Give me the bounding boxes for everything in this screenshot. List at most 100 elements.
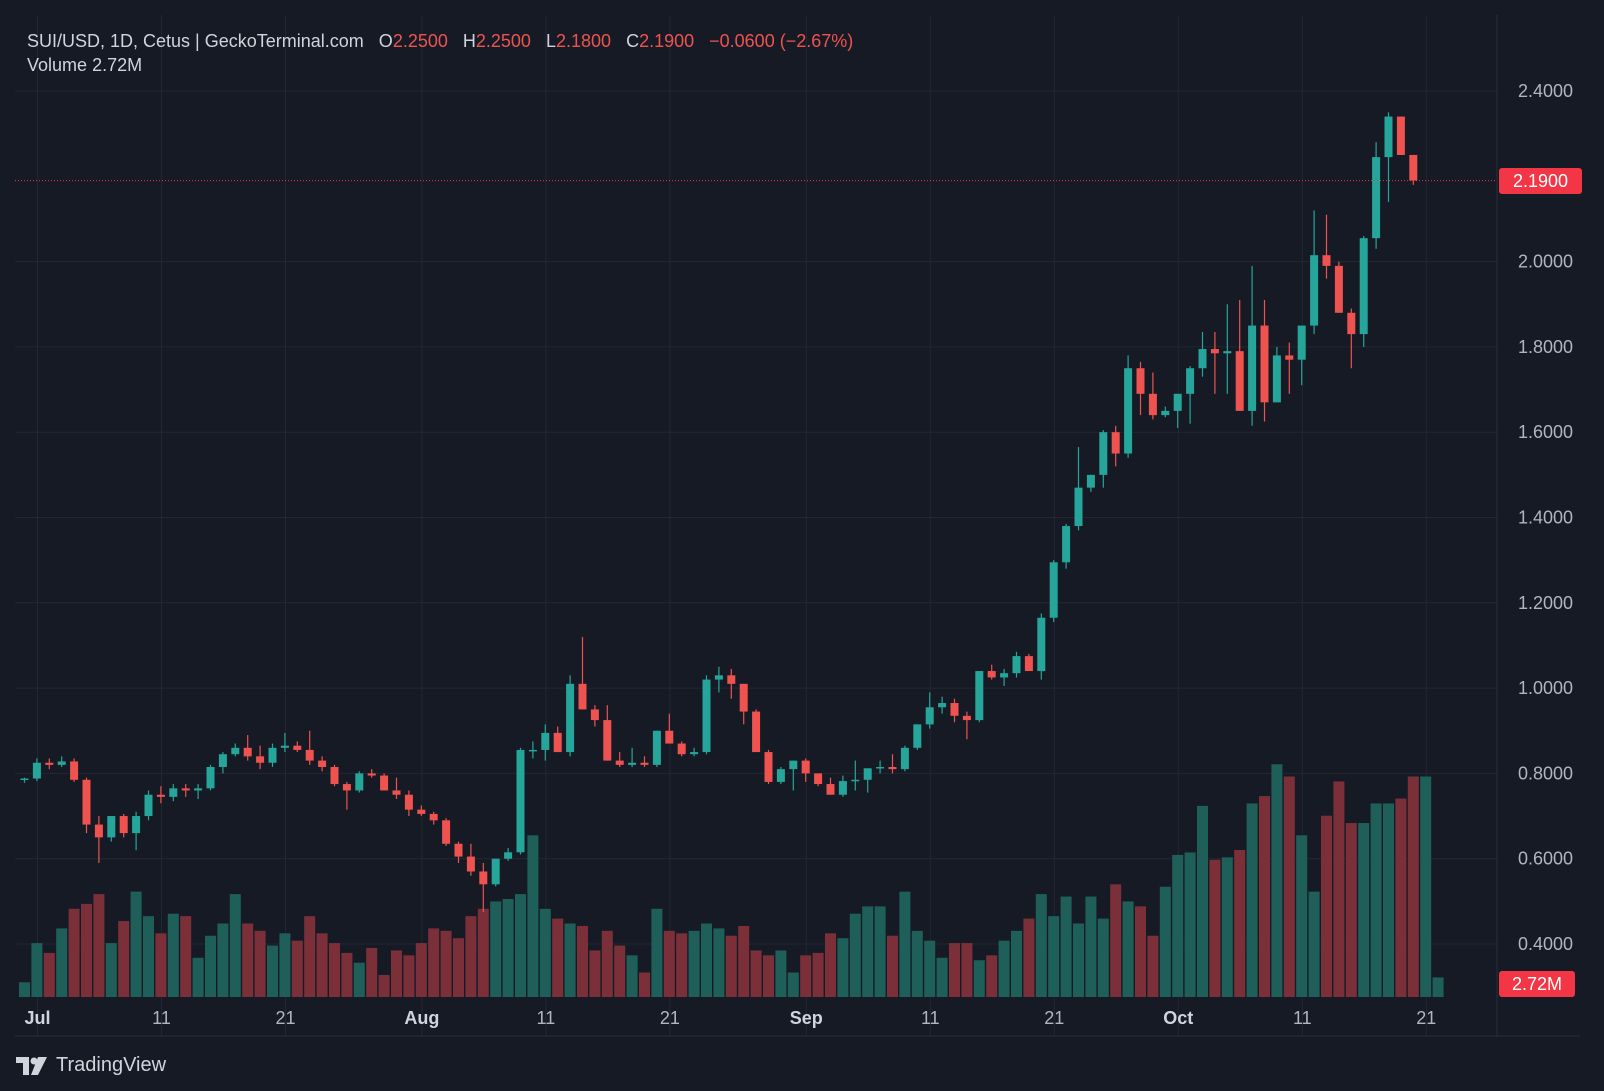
candle-body	[603, 720, 612, 761]
candle-body	[900, 747, 909, 770]
price-axis[interactable]: 0.4000 0.6000 0.8000 1.0000 1.2000 1.4000 1.60…	[1518, 81, 1573, 954]
volume-bar	[1308, 891, 1320, 997]
candle-body	[57, 761, 66, 765]
volume-bar	[527, 835, 539, 997]
candle-body	[1210, 349, 1219, 354]
volume-bar	[1048, 916, 1060, 997]
candle-body	[1074, 487, 1083, 527]
volume-bar	[1172, 854, 1184, 997]
volume-bar	[1407, 776, 1419, 997]
candle-body	[1260, 325, 1269, 403]
candle-body	[925, 707, 934, 725]
volume-bar	[378, 974, 390, 997]
volume-bar	[291, 940, 303, 997]
volume-bar	[1283, 776, 1295, 997]
volume-bar	[998, 940, 1010, 997]
candle-body	[280, 745, 289, 748]
time-tick-label: 21	[1416, 1008, 1436, 1028]
candle-body	[305, 749, 314, 761]
volume-bar	[676, 933, 688, 997]
candle-body	[70, 761, 79, 780]
volume-bar	[502, 899, 514, 997]
candle-body	[491, 858, 500, 885]
candle-body	[479, 871, 488, 885]
volume-bar	[130, 891, 142, 997]
candle-body	[913, 724, 922, 748]
volume-bar	[341, 952, 353, 997]
volume-bar	[564, 923, 576, 997]
candle-body	[789, 760, 798, 770]
chart-window: 0.4000 0.6000 0.8000 1.0000 1.2000 1.4000 1.60…	[0, 0, 1604, 1091]
volume-bar	[415, 943, 427, 997]
volume-bar	[490, 901, 502, 997]
candle-body	[256, 756, 265, 763]
candle-body	[442, 820, 451, 844]
candle-body	[566, 683, 575, 753]
candle-body	[206, 767, 215, 789]
candle-body	[826, 784, 835, 795]
price-tick-label: 0.8000	[1518, 763, 1573, 783]
candle-body	[1409, 154, 1418, 181]
candle-body	[702, 679, 711, 753]
candle-body	[987, 671, 996, 678]
open-label: O	[378, 31, 393, 51]
volume-bar	[366, 948, 378, 997]
candle-body	[876, 767, 885, 769]
volume-bar	[1432, 977, 1444, 997]
brand-name: TradingView	[56, 1054, 167, 1076]
ohlc-legend: SUI/USD, 1D, Cetus | GeckoTerminal.com O…	[27, 28, 853, 54]
candle-body	[1186, 368, 1195, 394]
volume-bar	[43, 952, 55, 997]
volume-bar	[713, 928, 725, 997]
volume-bar	[1184, 852, 1196, 997]
volume-bar	[192, 957, 204, 997]
volume-bar	[1209, 859, 1221, 997]
candle-body	[392, 790, 401, 795]
candle-body	[677, 743, 686, 755]
volume-bar	[353, 962, 365, 997]
change-value: −0.0600 (−2.67%)	[709, 31, 854, 51]
candle-body	[975, 671, 984, 721]
candle-body	[776, 769, 785, 782]
volume-bar	[800, 955, 812, 997]
price-tick-label: 1.0000	[1518, 678, 1573, 698]
volume-bar	[167, 913, 179, 997]
candle-body	[640, 762, 649, 765]
price-tick-label: 0.4000	[1518, 934, 1573, 954]
volume-bar	[1420, 776, 1432, 997]
candle-body	[1024, 656, 1033, 672]
volume-bar	[1358, 823, 1370, 997]
volume-bar	[316, 933, 328, 997]
candle-body	[1347, 312, 1356, 335]
volume-bar	[1073, 923, 1084, 997]
close-label: C	[626, 31, 640, 51]
time-tick-label: 11	[537, 1008, 556, 1028]
volume-bar	[1097, 918, 1109, 997]
volume-bar	[217, 923, 229, 997]
candle-body	[714, 675, 723, 680]
candle-body	[194, 788, 203, 791]
candle-body	[888, 767, 897, 770]
candle-body	[863, 768, 872, 780]
price-tick-label: 1.8000	[1518, 337, 1573, 357]
candle-body	[132, 816, 141, 834]
price-tick-label: 1.2000	[1518, 593, 1573, 613]
volume-bar	[887, 935, 898, 997]
candlestick-chart[interactable]: 0.4000 0.6000 0.8000 1.0000 1.2000 1.4000 1.60…	[0, 0, 1604, 1091]
candle-body	[318, 760, 327, 768]
volume-bar	[577, 925, 588, 997]
time-tick-label: 11	[1293, 1008, 1312, 1028]
candle-body	[330, 767, 339, 785]
price-tick-label: 1.6000	[1518, 422, 1573, 442]
time-axis[interactable]: Jul 11 21 Aug 11 21 Sep 11 21 Oct 11 21	[24, 1008, 1436, 1028]
volume-bar	[19, 982, 30, 997]
volume-bar	[1321, 815, 1332, 997]
candle-body	[181, 788, 190, 791]
high-value: 2.2500	[475, 31, 531, 51]
volume-bar	[1296, 835, 1308, 997]
candle-body	[553, 732, 562, 753]
candle-body	[838, 781, 847, 795]
volume-bar	[93, 894, 105, 997]
symbol-title[interactable]: SUI/USD, 1D, Cetus | GeckoTerminal.com	[27, 31, 364, 51]
tradingview-logo[interactable]: TradingView	[16, 1054, 166, 1077]
